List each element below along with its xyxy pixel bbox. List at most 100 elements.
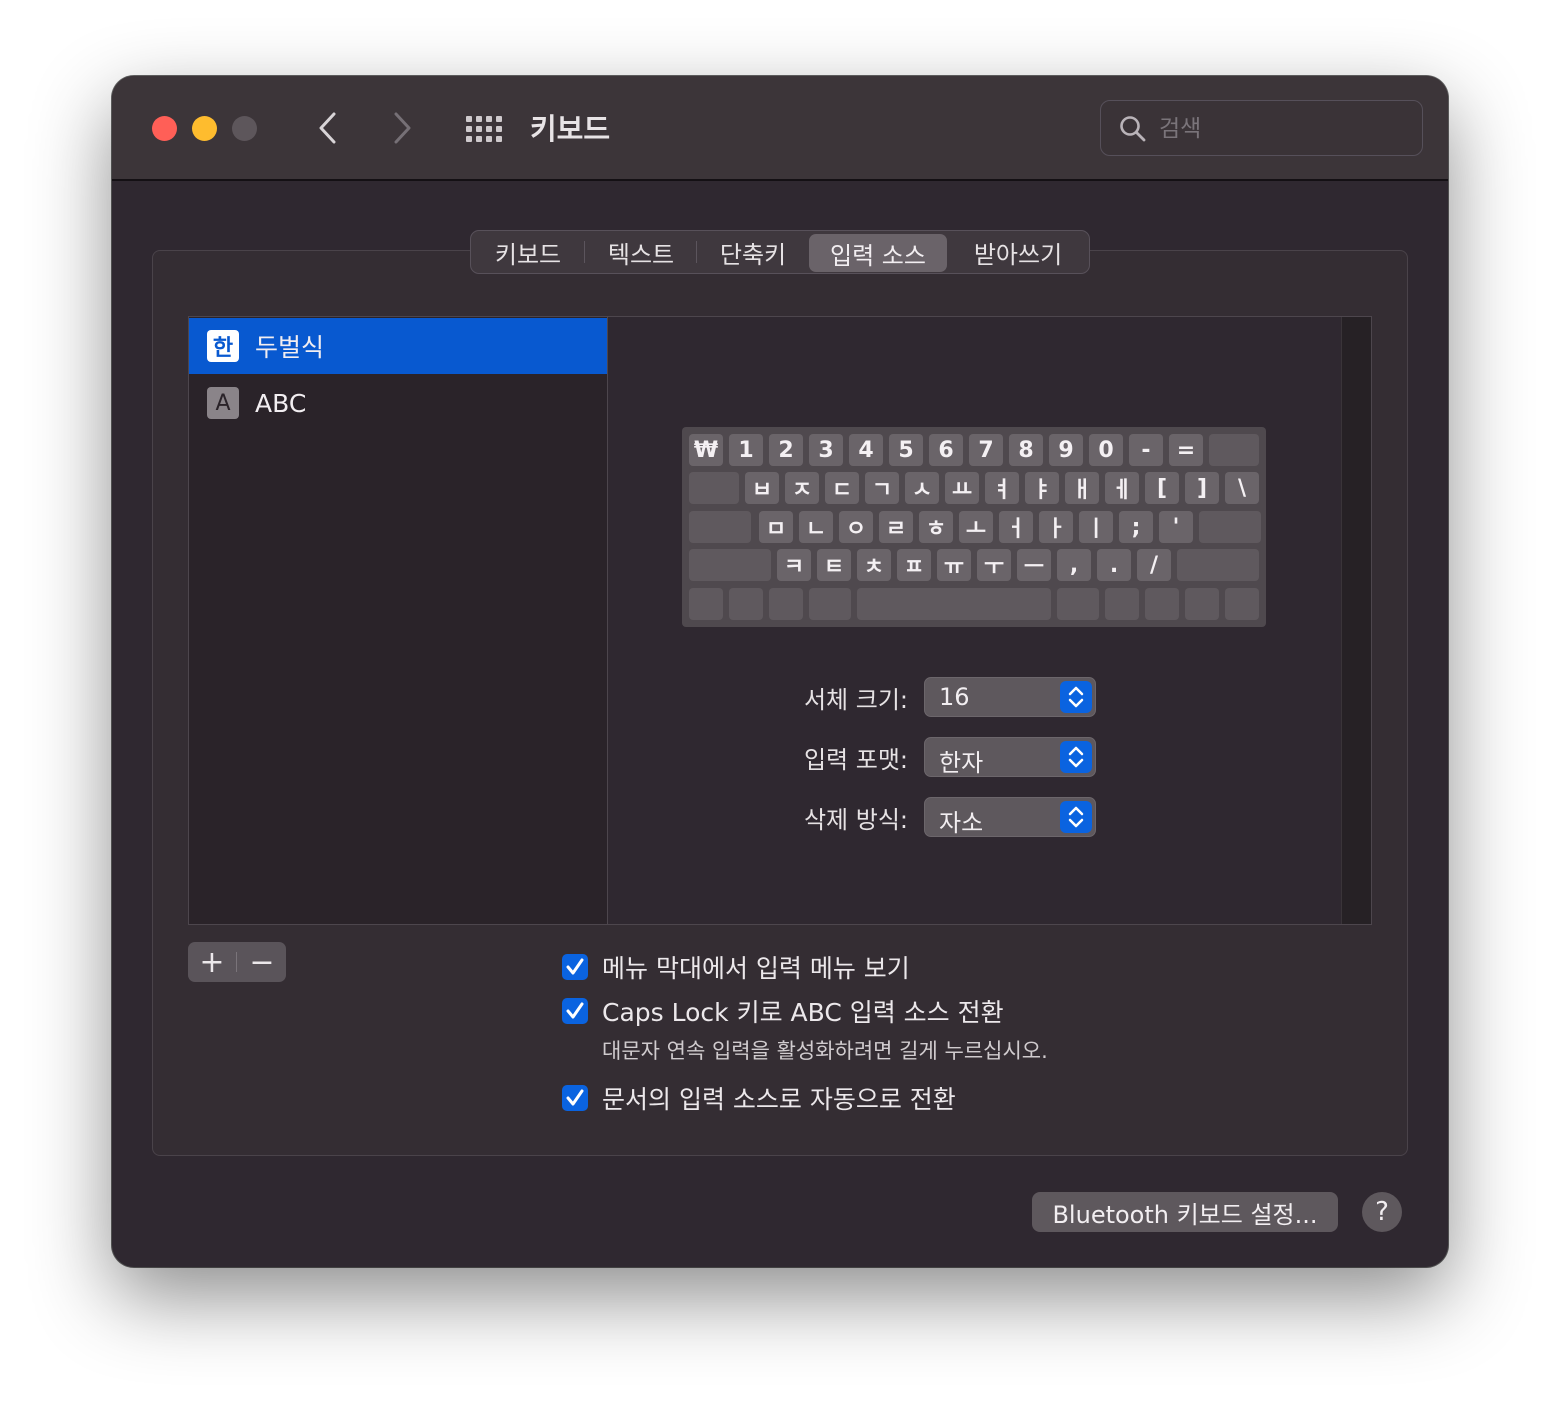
checkmark-icon	[566, 958, 584, 975]
keyboard-key: ㅎ	[919, 511, 953, 543]
keyboard-key: ㅣ	[1079, 511, 1113, 543]
tab-dictation[interactable]: 받아쓰기	[947, 231, 1089, 273]
delete-mode-select[interactable]: 자소	[924, 797, 1096, 837]
keyboard-key: \	[1225, 472, 1259, 504]
input-source-list: 한 두벌식 A ABC	[188, 316, 608, 925]
input-format-label: 입력 포맷:	[803, 746, 908, 774]
tab-bar: 키보드 텍스트 단축키 입력 소스 받아쓰기	[470, 230, 1090, 274]
keyboard-key-blank	[1145, 588, 1179, 620]
divider	[236, 952, 237, 972]
keyboard-key-blank	[689, 472, 739, 504]
tab-shortcuts[interactable]: 단축키	[697, 231, 809, 273]
checkbox-label: Caps Lock 키로 ABC 입력 소스 전환	[602, 998, 1004, 1027]
keyboard-key-blank	[1199, 511, 1261, 543]
caps-lock-hint: 대문자 연속 입력을 활성화하려면 길게 누르십시오.	[602, 1039, 1048, 1063]
hangul-badge-icon: 한	[207, 330, 239, 362]
add-source-button[interactable]: +	[188, 942, 236, 982]
add-remove-control: + −	[188, 942, 286, 982]
keyboard-key-blank	[689, 549, 771, 581]
help-button[interactable]: ?	[1362, 1192, 1402, 1232]
caps-lock-switch-checkbox-row[interactable]: Caps Lock 키로 ABC 입력 소스 전환	[562, 993, 1004, 1029]
keyboard-key: ㅡ	[1017, 549, 1051, 581]
search-icon	[1120, 116, 1146, 142]
list-item-label: ABC	[255, 388, 307, 418]
tab-keyboard[interactable]: 키보드	[471, 231, 585, 273]
keyboard-key: ㅌ	[817, 549, 851, 581]
keyboard-key: 1	[729, 434, 763, 466]
list-item-dubeolsik[interactable]: 한 두벌식	[189, 318, 607, 374]
up-down-chevron-icon	[1060, 681, 1092, 713]
keyboard-key-blank	[1209, 434, 1259, 466]
up-down-chevron-icon	[1060, 801, 1092, 833]
zoom-button[interactable]	[232, 116, 257, 141]
keyboard-key: ₩	[689, 434, 723, 466]
font-size-label: 서체 크기:	[803, 686, 908, 714]
keyboard-key: 8	[1009, 434, 1043, 466]
keyboard-key: ㄴ	[799, 511, 833, 543]
keyboard-key: ,	[1057, 549, 1091, 581]
keyboard-key: ㄱ	[865, 472, 899, 504]
keyboard-key: ㄹ	[879, 511, 913, 543]
keyboard-key-blank	[689, 588, 723, 620]
checkbox-label: 메뉴 막대에서 입력 메뉴 보기	[602, 954, 910, 983]
keyboard-key-blank	[689, 511, 751, 543]
keyboard-key: 4	[849, 434, 883, 466]
keyboard-key: ㅠ	[937, 549, 971, 581]
keyboard-key: ㅏ	[1039, 511, 1073, 543]
minimize-button[interactable]	[192, 116, 217, 141]
keyboard-key: ㅜ	[977, 549, 1011, 581]
search-field[interactable]	[1100, 100, 1423, 156]
close-button[interactable]	[152, 116, 177, 141]
keyboard-key: ㅕ	[985, 472, 1019, 504]
keyboard-key: ㅇ	[839, 511, 873, 543]
list-item-label: 두벌식	[255, 333, 325, 362]
keyboard-key: ㅅ	[905, 472, 939, 504]
keyboard-key: ㅂ	[745, 472, 779, 504]
input-format-value: 한자	[939, 749, 984, 777]
checkbox-label: 문서의 입력 소스로 자동으로 전환	[602, 1085, 956, 1114]
keyboard-key: ㅔ	[1105, 472, 1139, 504]
chevron-left-icon	[319, 112, 336, 144]
list-item-abc[interactable]: A ABC	[189, 375, 607, 431]
bluetooth-keyboard-setup-button[interactable]: Bluetooth 키보드 설정...	[1032, 1192, 1338, 1232]
checkmark-icon	[566, 1089, 584, 1106]
keyboard-key: [	[1145, 472, 1179, 504]
show-all-grid-icon[interactable]	[462, 110, 506, 146]
delete-mode-label: 삭제 방식:	[803, 806, 908, 834]
keyboard-key: ㅐ	[1065, 472, 1099, 504]
keyboard-key: '	[1159, 511, 1193, 543]
tab-text[interactable]: 텍스트	[585, 231, 697, 273]
keyboard-key: 9	[1049, 434, 1083, 466]
keyboard-key-blank	[769, 588, 803, 620]
back-button[interactable]	[308, 108, 348, 148]
keyboard-key-blank	[1225, 588, 1259, 620]
keyboard-key: ]	[1185, 472, 1219, 504]
keyboard-key: ㅓ	[999, 511, 1033, 543]
keyboard-key: .	[1097, 549, 1131, 581]
keyboard-key: ㅁ	[759, 511, 793, 543]
search-input[interactable]	[1159, 113, 1409, 145]
keyboard-key: 7	[969, 434, 1003, 466]
font-size-select[interactable]: 16	[924, 677, 1096, 717]
delete-mode-value: 자소	[939, 809, 984, 837]
caps-lock-switch-checkbox[interactable]	[562, 998, 588, 1024]
show-input-menu-checkbox[interactable]	[562, 954, 588, 980]
auto-switch-checkbox[interactable]	[562, 1085, 588, 1111]
keyboard-key: 5	[889, 434, 923, 466]
input-format-select[interactable]: 한자	[924, 737, 1096, 777]
keyboard-key: -	[1129, 434, 1163, 466]
keyboard-key: ㅛ	[945, 472, 979, 504]
keyboard-key-blank	[809, 588, 851, 620]
tab-input-sources[interactable]: 입력 소스	[809, 234, 947, 272]
scrollbar[interactable]	[1341, 317, 1371, 924]
title-bar: 키보드	[112, 76, 1448, 181]
up-down-chevron-icon	[1060, 741, 1092, 773]
auto-switch-checkbox-row[interactable]: 문서의 입력 소스로 자동으로 전환	[562, 1080, 956, 1116]
preferences-window: 키보드 키보드 텍스트 단축키 입력 소스 받아쓰기 한 두벌식 A ABC ₩…	[112, 76, 1448, 1267]
keyboard-key-blank	[1185, 588, 1219, 620]
forward-button[interactable]	[382, 108, 422, 148]
keyboard-key: ㄷ	[825, 472, 859, 504]
keyboard-key: ㅑ	[1025, 472, 1059, 504]
remove-source-button[interactable]: −	[238, 942, 286, 982]
show-input-menu-checkbox-row[interactable]: 메뉴 막대에서 입력 메뉴 보기	[562, 949, 910, 985]
